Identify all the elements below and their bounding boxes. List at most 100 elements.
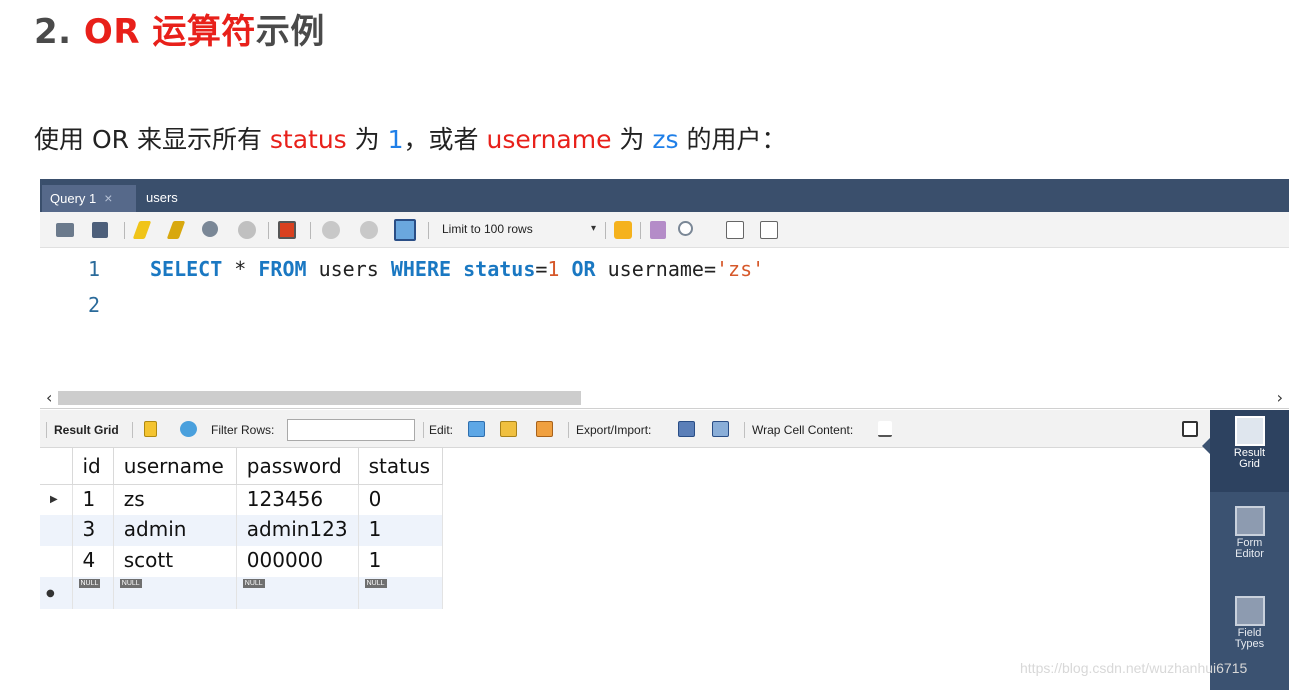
- table-cell[interactable]: NULL: [358, 577, 444, 609]
- table-cell[interactable]: admin123: [236, 515, 359, 546]
- row-marker-header: [40, 448, 73, 485]
- table-cell[interactable]: scott: [113, 546, 237, 577]
- description-text: 使用 OR 来显示所有 status 为 1，或者 username 为 zs …: [34, 120, 787, 156]
- add-snippet-star-icon[interactable]: [614, 221, 632, 239]
- edit-row-icon[interactable]: [468, 421, 485, 437]
- table-cell[interactable]: zs: [113, 484, 237, 515]
- toolbar-separator: [744, 422, 745, 438]
- toolbar-separator: [132, 422, 133, 438]
- chevron-left-icon[interactable]: ‹: [46, 388, 52, 407]
- edit-label: Edit:: [429, 423, 454, 437]
- desc-keyword-username: username: [486, 125, 612, 154]
- table-cell[interactable]: 4: [72, 546, 114, 577]
- toolbar-separator: [605, 222, 606, 239]
- toolbar-separator: [310, 222, 311, 239]
- table-cell[interactable]: 0: [358, 484, 444, 515]
- grid-icon: [1234, 416, 1265, 446]
- toolbar-separator: [640, 222, 641, 239]
- result-table: id username password status ▶ 1 zs 12345…: [40, 448, 444, 609]
- sql-text: =: [535, 257, 548, 281]
- table-cell[interactable]: 1: [358, 546, 444, 577]
- new-row[interactable]: ● NULL NULL NULL NULL: [40, 577, 444, 609]
- limit-rows-label: Limit to 100 rows: [442, 222, 533, 236]
- table-cell[interactable]: 1: [72, 484, 114, 515]
- sql-text: username=: [595, 257, 717, 281]
- toolbar-separator: [568, 422, 569, 438]
- line-number: 2: [88, 293, 101, 317]
- commit-icon[interactable]: [322, 221, 340, 239]
- explain-magnifier-icon[interactable]: [202, 221, 218, 237]
- null-badge: NULL: [242, 579, 265, 588]
- heading-highlight: OR 运算符: [83, 12, 256, 52]
- tab-bar: Query 1 × users: [40, 179, 1289, 212]
- refresh-icon[interactable]: [180, 421, 197, 437]
- toggle-panel-icon[interactable]: [1182, 421, 1198, 437]
- save-icon[interactable]: [92, 222, 108, 238]
- open-folder-icon[interactable]: [56, 223, 74, 237]
- sidebar-form-editor-button[interactable]: Form Editor: [1210, 500, 1289, 582]
- sidebar-result-grid-button[interactable]: Result Grid: [1210, 410, 1289, 492]
- table-cell[interactable]: 3: [72, 515, 114, 546]
- sidebar-notch: [1202, 438, 1210, 454]
- rollback-icon[interactable]: [360, 221, 378, 239]
- table-cell[interactable]: 123456: [236, 484, 359, 515]
- row-marker: [40, 546, 73, 577]
- table-row[interactable]: ▶ 1 zs 123456 0: [40, 484, 444, 515]
- query-toolbar: Limit to 100 rows ▾: [40, 212, 1289, 248]
- stop-icon[interactable]: [238, 221, 256, 239]
- limit-rows-select[interactable]: Limit to 100 rows ▾: [436, 220, 596, 240]
- field-types-icon: [1234, 596, 1265, 626]
- editor-horizontal-scrollbar[interactable]: ‹ ›: [40, 387, 1289, 409]
- table-cell[interactable]: NULL: [113, 577, 237, 609]
- autocommit-toggle-icon[interactable]: [394, 219, 416, 241]
- tab-users[interactable]: users: [138, 185, 186, 212]
- current-row-arrow-icon: ▶: [40, 484, 73, 515]
- table-cell[interactable]: 1: [358, 515, 444, 546]
- find-magnifier-icon[interactable]: [678, 221, 693, 236]
- table-row[interactable]: 3 admin admin123 1: [40, 515, 444, 546]
- column-header[interactable]: username: [113, 448, 237, 485]
- sidebar-label: Types: [1234, 638, 1265, 650]
- beautify-broom-icon[interactable]: [650, 221, 666, 239]
- sidebar-label: Editor: [1235, 548, 1264, 560]
- word-wrap-icon[interactable]: [760, 221, 778, 239]
- row-marker: [40, 515, 73, 546]
- close-icon[interactable]: ×: [104, 190, 112, 206]
- tab-label: Query 1: [50, 191, 97, 206]
- wrap-text-icon[interactable]: [878, 421, 892, 437]
- import-icon[interactable]: [712, 421, 729, 437]
- tab-query-1[interactable]: Query 1 ×: [42, 185, 136, 212]
- result-grid-label[interactable]: Result Grid: [54, 423, 119, 437]
- invisible-chars-icon[interactable]: [726, 221, 744, 239]
- heading-suffix: 示例: [255, 12, 325, 52]
- desc-value-zs: zs: [652, 125, 679, 154]
- column-header[interactable]: id: [72, 448, 114, 485]
- insert-row-icon[interactable]: [500, 421, 517, 437]
- sql-editor[interactable]: 1 2 SELECT * FROM users WHERE status=1 O…: [40, 249, 1289, 387]
- chevron-right-icon[interactable]: ›: [1277, 388, 1283, 407]
- filter-rows-input[interactable]: [287, 419, 415, 441]
- execute-current-icon[interactable]: [166, 221, 186, 239]
- form-icon: [1234, 506, 1265, 536]
- toolbar-separator: [124, 222, 125, 239]
- sql-keyword: WHERE: [390, 257, 452, 281]
- table-cell[interactable]: NULL: [236, 577, 359, 609]
- table-cell[interactable]: NULL: [72, 577, 114, 609]
- column-header[interactable]: password: [236, 448, 359, 485]
- toolbar-separator: [428, 222, 429, 239]
- sql-keyword: status: [463, 257, 536, 281]
- sql-line-1[interactable]: SELECT * FROM users WHERE status=1 OR us…: [150, 257, 764, 281]
- table-cell[interactable]: 000000: [236, 546, 359, 577]
- delete-row-icon[interactable]: [536, 421, 553, 437]
- result-sidebar: Result Grid Form Editor Field Types: [1202, 410, 1289, 690]
- sql-keyword: SELECT: [150, 257, 223, 281]
- result-toolbar: Result Grid Filter Rows: Edit: Export/Im…: [40, 410, 1210, 448]
- execute-lightning-icon[interactable]: [132, 221, 152, 239]
- column-grid-icon[interactable]: [144, 421, 157, 437]
- table-row[interactable]: 4 scott 000000 1: [40, 546, 444, 577]
- toggle-output-icon[interactable]: [278, 221, 296, 239]
- table-cell[interactable]: admin: [113, 515, 237, 546]
- export-icon[interactable]: [678, 421, 695, 437]
- column-header[interactable]: status: [358, 448, 444, 485]
- scrollbar-thumb[interactable]: [58, 391, 581, 405]
